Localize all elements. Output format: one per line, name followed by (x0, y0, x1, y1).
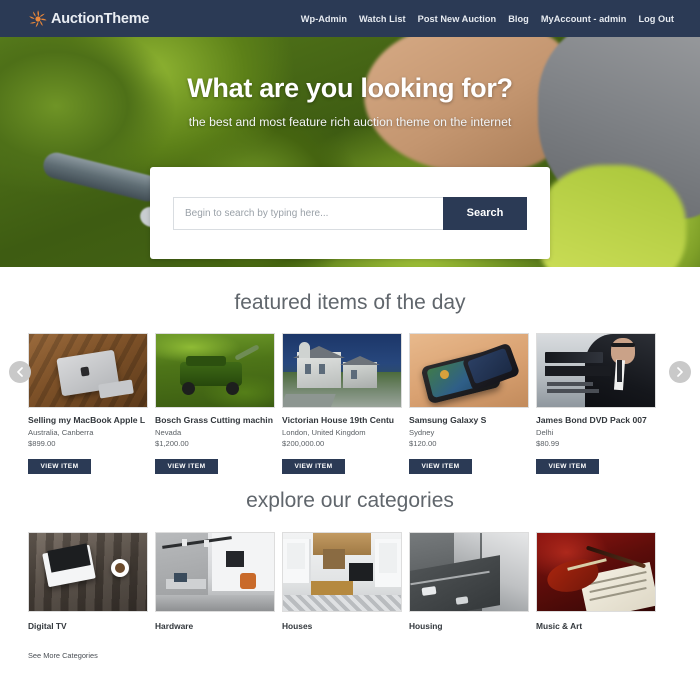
item-thumbnail-macbook[interactable] (28, 333, 148, 408)
carousel-prev-button[interactable] (9, 361, 31, 383)
view-item-button[interactable]: VIEW ITEM (282, 459, 345, 474)
hero-text-block: What are you looking for? the best and m… (0, 37, 700, 129)
category-card[interactable]: Housing (409, 532, 529, 631)
item-thumbnail-mower[interactable] (155, 333, 275, 408)
category-label: Hardware (155, 621, 194, 631)
item-thumbnail-house[interactable] (282, 333, 402, 408)
featured-item-card[interactable]: James Bond DVD Pack 007 Delhi $80.99 VIE… (536, 333, 656, 474)
category-label: Housing (409, 621, 443, 631)
chevron-right-icon (677, 367, 683, 377)
categories-list: Digital TV Hardware Houses Housing Music… (0, 532, 700, 631)
item-title: Victorian House 19th Centu (282, 415, 395, 425)
item-price: $1,200.00 (155, 439, 189, 448)
nav-item-wp-admin[interactable]: Wp-Admin (301, 14, 347, 24)
item-title: James Bond DVD Pack 007 (536, 415, 647, 425)
nav-item-myaccount[interactable]: MyAccount - admin (541, 14, 627, 24)
carousel-next-button[interactable] (669, 361, 691, 383)
category-thumbnail-music-art[interactable] (536, 532, 656, 612)
category-card[interactable]: Houses (282, 532, 402, 631)
item-price: $120.00 (409, 439, 437, 448)
hero-title: What are you looking for? (187, 73, 513, 103)
view-item-button[interactable]: VIEW ITEM (536, 459, 599, 474)
main-nav: Wp-Admin Watch List Post New Auction Blo… (301, 14, 674, 24)
category-label: Houses (282, 621, 313, 631)
sunburst-icon (28, 9, 48, 29)
item-title: Selling my MacBook Apple L (28, 415, 146, 425)
category-label: Music & Art (536, 621, 583, 631)
featured-carousel: Selling my MacBook Apple L Australia, Ca… (0, 333, 700, 474)
view-item-button[interactable]: VIEW ITEM (28, 459, 91, 474)
item-thumbnail-james-bond[interactable] (536, 333, 656, 408)
item-title: Bosch Grass Cutting machin (155, 415, 273, 425)
item-location: Australia, Canberra (28, 428, 94, 437)
search-card: Search (150, 167, 550, 259)
item-location: Nevada (155, 428, 182, 437)
site-header: AuctionTheme Wp-Admin Watch List Post Ne… (0, 0, 700, 37)
nav-item-log-out[interactable]: Log Out (638, 14, 674, 24)
item-thumbnail-phone[interactable] (409, 333, 529, 408)
view-item-button[interactable]: VIEW ITEM (155, 459, 218, 474)
search-input[interactable] (173, 196, 443, 230)
category-thumbnail-houses[interactable] (282, 532, 402, 612)
featured-item-card[interactable]: Selling my MacBook Apple L Australia, Ca… (28, 333, 148, 474)
category-label: Digital TV (28, 621, 67, 631)
item-price: $899.00 (28, 439, 56, 448)
item-price: $80.99 (536, 439, 560, 448)
nav-item-watch-list[interactable]: Watch List (359, 14, 406, 24)
category-card[interactable]: Music & Art (536, 532, 656, 631)
search-row: Search (173, 196, 527, 230)
search-button[interactable]: Search (443, 196, 527, 230)
site-logo[interactable]: AuctionTheme (28, 9, 150, 29)
hero-subtitle: the best and most feature rich auction t… (188, 115, 512, 129)
featured-item-card[interactable]: Samsung Galaxy S Sydney $120.00 VIEW ITE… (409, 333, 529, 474)
chevron-left-icon (17, 367, 23, 377)
nav-item-blog[interactable]: Blog (508, 14, 529, 24)
item-price: $200,000.00 (282, 439, 325, 448)
categories-heading: explore our categories (246, 489, 454, 512)
category-thumbnail-housing[interactable] (409, 532, 529, 612)
see-more-categories-link[interactable]: See More Categories (28, 651, 98, 660)
category-card[interactable]: Digital TV (28, 532, 148, 631)
featured-items-list: Selling my MacBook Apple L Australia, Ca… (0, 333, 700, 474)
nav-item-post-new-auction[interactable]: Post New Auction (418, 14, 497, 24)
auction-home-page: AuctionTheme Wp-Admin Watch List Post Ne… (0, 0, 700, 683)
category-thumbnail-hardware[interactable] (155, 532, 275, 612)
category-card[interactable]: Hardware (155, 532, 275, 631)
item-location: London, United Kingdom (282, 428, 366, 437)
view-item-button[interactable]: VIEW ITEM (409, 459, 472, 474)
brand-name: AuctionTheme (51, 10, 150, 27)
featured-item-card[interactable]: Victorian House 19th Centu London, Unite… (282, 333, 402, 474)
featured-item-card[interactable]: Bosch Grass Cutting machin Nevada $1,200… (155, 333, 275, 474)
item-location: Delhi (536, 428, 554, 437)
featured-heading: featured items of the day (234, 291, 466, 314)
category-thumbnail-digital-tv[interactable] (28, 532, 148, 612)
item-location: Sydney (409, 428, 435, 437)
item-title: Samsung Galaxy S (409, 415, 487, 425)
